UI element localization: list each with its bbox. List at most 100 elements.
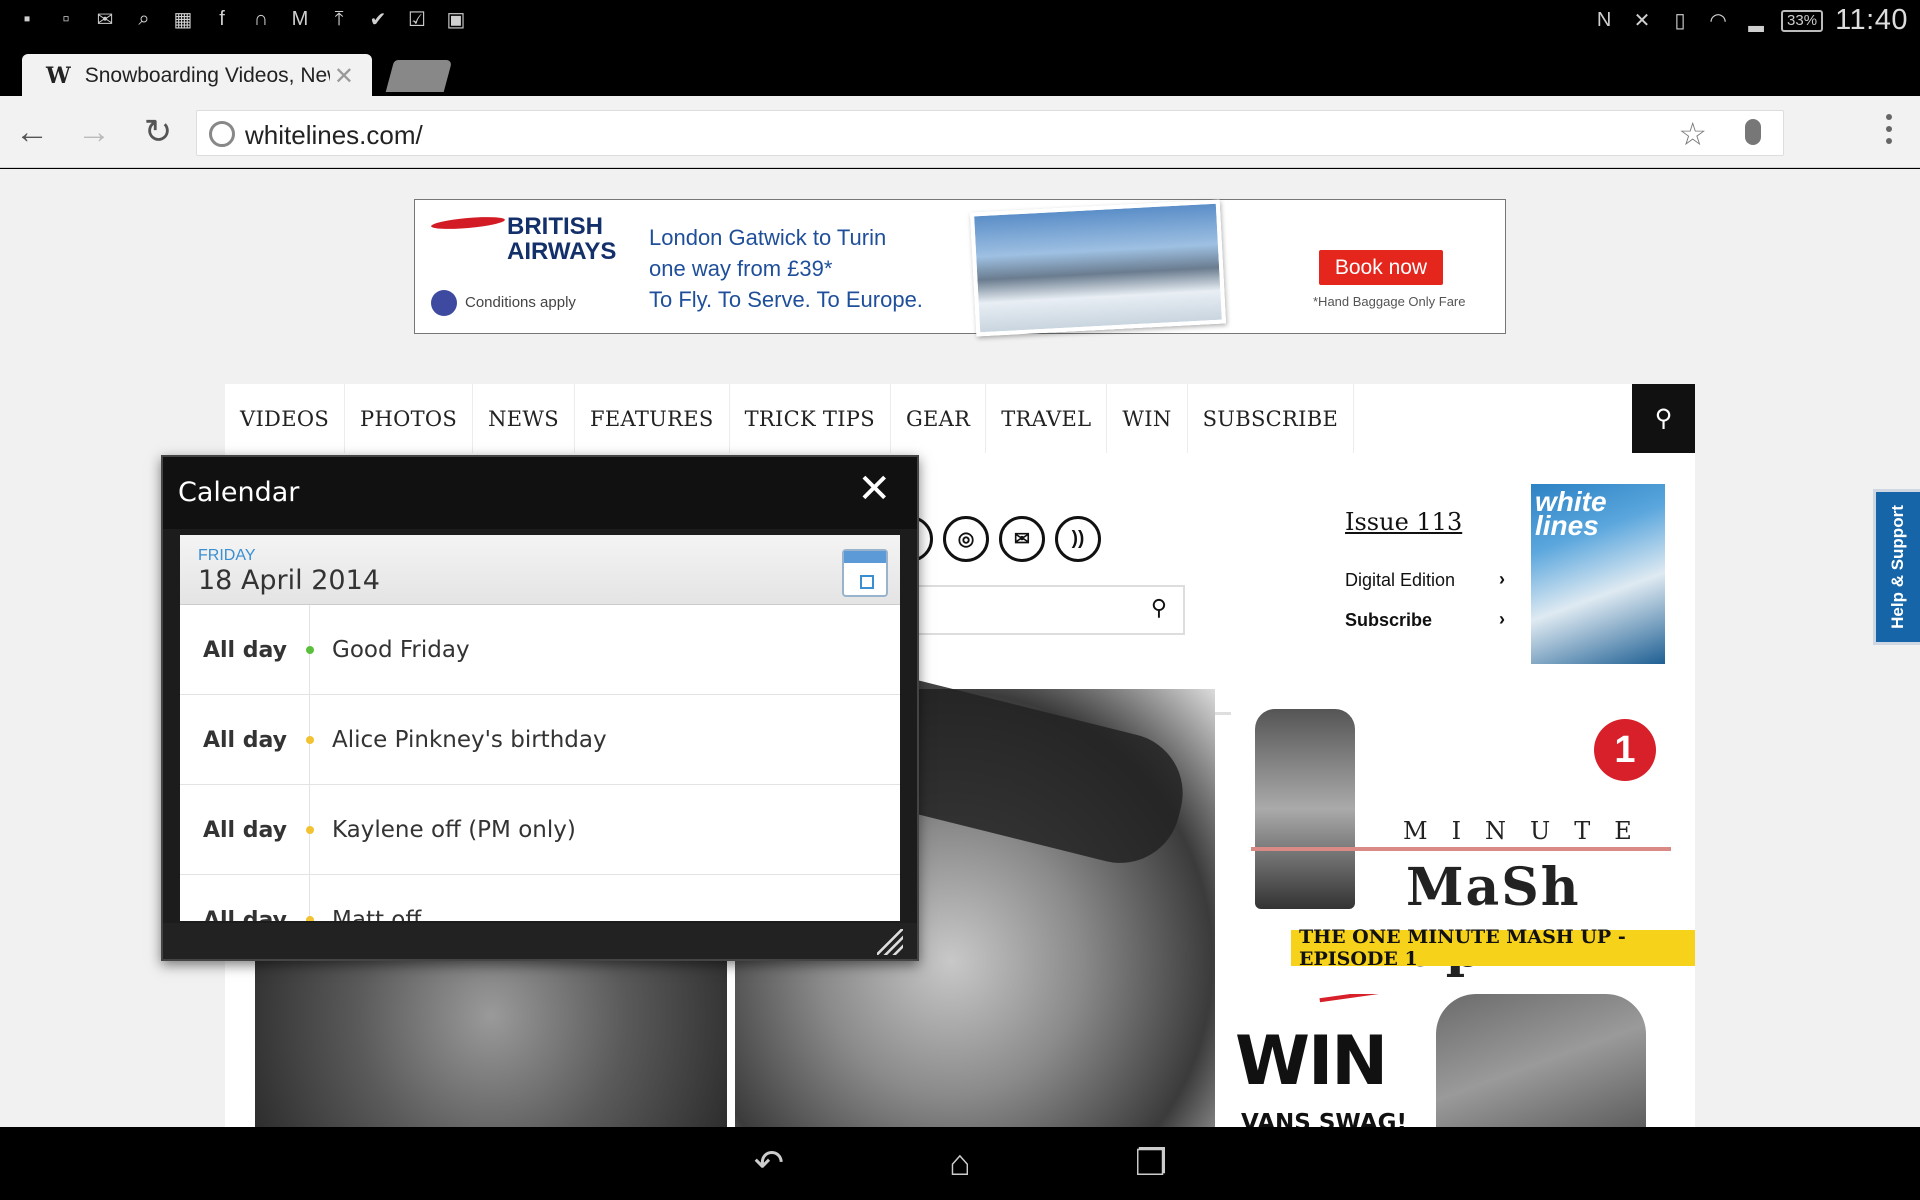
address-bar[interactable]: whitelines.com/ ☆ [196,110,1784,156]
digital-edition-link[interactable]: Digital Edition › [1345,569,1505,591]
mashup-caption[interactable]: THE ONE MINUTE MASH UP - EPISODE 1 [1291,926,1695,970]
nfc-icon: N [1596,9,1612,31]
close-tab-icon[interactable]: ✕ [334,62,354,91]
jacket-image [1436,994,1646,1127]
ba-swoosh-logo [430,214,506,232]
nav-gear[interactable]: GEAR [891,384,987,453]
event-row[interactable]: All day Good Friday [180,605,900,695]
facebook-icon: f [219,7,225,30]
ad-book-now-button[interactable]: Book now [1319,250,1443,285]
home-icon[interactable]: ⌂ [935,1141,985,1185]
resize-handle-icon[interactable] [877,929,903,955]
instagram-icon[interactable]: ◎ [943,516,989,562]
nav-features[interactable]: FEATURES [575,384,730,453]
event-title: Matt off [332,907,422,921]
event-title: Good Friday [332,637,470,663]
nav-photos[interactable]: PHOTOS [345,384,474,453]
calendar-icon[interactable] [842,549,888,597]
back-arrow-icon[interactable]: ← [10,110,54,154]
nav-subscribe[interactable]: SUBSCRIBE [1188,384,1355,453]
overflow-menu-icon[interactable] [1886,114,1892,144]
ad-mountain-photo [969,199,1227,337]
event-color-dot [306,736,314,744]
chevron-right-icon: › [1499,609,1505,629]
nav-travel[interactable]: TRAVEL [986,384,1108,453]
microphone-icon[interactable] [1745,119,1761,145]
wifi-icon: ◠ [1709,10,1727,32]
event-color-dot [306,916,314,921]
back-icon[interactable]: ↶ [744,1141,794,1185]
ad-brand: BRITISH AIRWAYS [507,214,616,264]
browser-toolbar: ← → ↻ whitelines.com/ ☆ [0,96,1920,168]
system-icons: N ✕ ▯ ◠ ▂ 33% 11:40 [1591,4,1908,37]
win-promo[interactable]: WIN VANS SWAG! [1231,994,1649,1127]
subscribe-label: Subscribe [1345,610,1433,630]
mashup-figure [1255,709,1355,909]
headphones-icon: ∩ [253,7,269,30]
ad-banner[interactable]: BRITISH AIRWAYS Conditions apply London … [414,199,1506,337]
nav-win[interactable]: WIN [1107,384,1188,453]
forward-arrow-icon[interactable]: → [72,110,116,154]
status-bar: ▪ ▫ ✉ ⌕ ▦ f ∩ M ⤒ ✔ ☑ ▣ N ✕ ▯ ◠ ▂ 33% 11… [0,0,1920,42]
event-time: All day [180,785,310,875]
nav-trick-tips[interactable]: TRICK TIPS [730,384,891,453]
nav-items: VIDEOS PHOTOS NEWS FEATURES TRICK TIPS G… [225,384,1355,453]
event-color-dot [306,826,314,834]
bookmark-star-icon[interactable]: ☆ [1678,115,1707,153]
help-support-tab[interactable]: Help & Support [1873,489,1920,645]
mashup-number-badge: 1 [1594,719,1656,781]
clipboard-icon: ▫ [62,7,70,30]
event-time: All day [180,875,310,921]
event-time: All day [180,605,310,695]
search-icon[interactable]: ⚲ [1151,595,1167,621]
nav-videos[interactable]: VIDEOS [225,384,346,453]
issue-title[interactable]: Issue 113 [1345,508,1462,536]
ad-copy: London Gatwick to Turin one way from £39… [649,222,923,315]
recent-apps-icon[interactable]: ❐ [1126,1141,1176,1185]
signal-icon: ▂ [1748,10,1764,32]
calendar-body: FRIDAY 18 April 2014 All day Good Friday… [180,535,900,921]
day-of-week: FRIDAY [198,547,256,564]
browser-tab[interactable]: W Snowboarding Videos, News ✕ [22,54,372,97]
gmail-icon: M [291,7,309,30]
event-list: All day Good Friday All day Alice Pinkne… [180,605,900,921]
new-tab-button[interactable] [385,60,453,92]
close-icon[interactable]: ✕ [857,469,891,509]
mashup-rule [1251,847,1671,851]
mashup-promo[interactable]: 1 MINUTE MaSh up [1231,689,1675,979]
subscribe-link[interactable]: Subscribe › [1345,609,1505,631]
battery-indicator: 33% [1781,9,1824,32]
reload-icon[interactable]: ↻ [136,110,180,154]
site-search-input[interactable]: ⚲ [915,585,1185,635]
calendar-widget[interactable]: Calendar ✕ FRIDAY 18 April 2014 All day … [161,455,919,961]
ad-brand-line2: AIRWAYS [507,238,617,265]
calendar-header[interactable]: Calendar ✕ [163,457,917,529]
system-nav-bar: ↶ ⌂ ❐ [0,1127,1920,1200]
magazine-cover[interactable]: white lines [1531,484,1665,664]
email-icon[interactable]: ✉ [999,516,1045,562]
event-row[interactable]: All day Matt off [180,875,900,921]
rss-icon[interactable]: )) [1055,516,1101,562]
vans-logo-icon [1319,994,1383,1025]
oneworld-logo-icon [431,290,457,316]
find-icon: ⌕ [138,7,150,30]
win-subtitle: VANS SWAG! [1241,1110,1407,1127]
ad-copy-line2: one way from £39* [649,256,833,281]
globe-icon [209,121,235,147]
main-nav: VIDEOS PHOTOS NEWS FEATURES TRICK TIPS G… [225,384,1695,453]
event-row[interactable]: All day Kaylene off (PM only) [180,785,900,875]
tasks-icon: ☑ [408,8,426,31]
nav-news[interactable]: NEWS [473,384,575,453]
chat-icon: ▪ [23,7,31,30]
calendar-footer [163,923,917,959]
notification-icons: ▪ ▫ ✉ ⌕ ▦ f ∩ M ⤒ ✔ ☑ ▣ [14,6,469,32]
check-icon: ✔ [369,8,387,31]
screen: ▪ ▫ ✉ ⌕ ▦ f ∩ M ⤒ ✔ ☑ ▣ N ✕ ▯ ◠ ▂ 33% 11… [0,0,1920,1200]
ad-brand-line1: BRITISH [507,213,603,240]
search-icon[interactable]: ⚲ [1632,384,1695,453]
calendar-grid-icon: ▦ [173,8,193,31]
url-text[interactable]: whitelines.com/ [245,120,423,151]
cover-title: white lines [1535,486,1607,541]
mail-x-icon: ✉ [96,8,114,31]
event-row[interactable]: All day Alice Pinkney's birthday [180,695,900,785]
